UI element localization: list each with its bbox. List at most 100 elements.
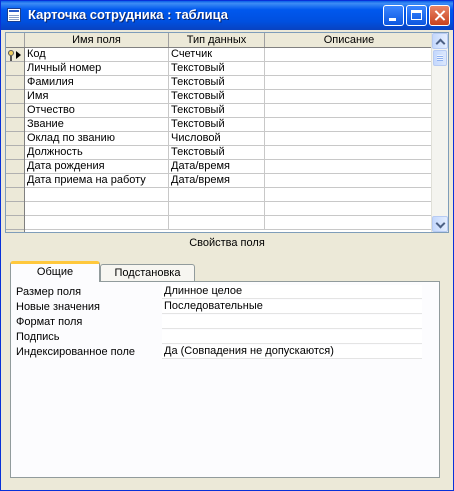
- tab-lookup[interactable]: Подстановка: [100, 264, 195, 282]
- header-data-type[interactable]: Тип данных: [169, 33, 265, 47]
- minimize-button[interactable]: [383, 5, 404, 26]
- table-row[interactable]: Фамилия Текстовый: [25, 76, 434, 90]
- row-selector[interactable]: [6, 76, 24, 90]
- title-bar[interactable]: Карточка сотрудника : таблица: [1, 1, 453, 30]
- table-row[interactable]: Имя Текстовый: [25, 90, 434, 104]
- table-row[interactable]: [25, 188, 434, 202]
- field-name-cell[interactable]: Код: [25, 48, 169, 61]
- property-value-field[interactable]: Длинное целое: [162, 285, 422, 299]
- field-name-cell[interactable]: Личный номер: [25, 62, 169, 75]
- header-field-name[interactable]: Имя поля: [25, 33, 169, 47]
- row-selector[interactable]: [6, 62, 24, 76]
- data-type-cell[interactable]: [169, 202, 265, 215]
- header-corner: [6, 33, 25, 47]
- row-selector[interactable]: [6, 132, 24, 146]
- table-row[interactable]: Дата приема на работу Дата/время: [25, 174, 434, 188]
- data-type-cell[interactable]: Числовой: [169, 132, 265, 145]
- row-selector[interactable]: [6, 90, 24, 104]
- header-description[interactable]: Описание: [265, 33, 434, 47]
- description-cell[interactable]: [265, 104, 434, 117]
- row-selector[interactable]: [6, 202, 24, 216]
- description-cell[interactable]: [265, 174, 434, 187]
- field-name-cell[interactable]: [25, 188, 169, 201]
- table-row[interactable]: Код Счетчик: [25, 48, 434, 62]
- data-type-cell[interactable]: Текстовый: [169, 118, 265, 131]
- data-type-cell[interactable]: Текстовый: [169, 76, 265, 89]
- table-row[interactable]: Личный номер Текстовый: [25, 62, 434, 76]
- properties-tabs: Общие Подстановка: [10, 260, 440, 282]
- field-name-cell[interactable]: Имя: [25, 90, 169, 103]
- table-row[interactable]: [25, 216, 434, 230]
- data-type-cell[interactable]: [169, 188, 265, 201]
- table-icon: [7, 8, 21, 22]
- field-name-cell[interactable]: Должность: [25, 146, 169, 159]
- row-selector[interactable]: [6, 146, 24, 160]
- description-cell[interactable]: [265, 90, 434, 103]
- row-selector[interactable]: [6, 160, 24, 174]
- data-type-cell[interactable]: Текстовый: [169, 90, 265, 103]
- description-cell[interactable]: [265, 202, 434, 215]
- field-name-cell[interactable]: Фамилия: [25, 76, 169, 89]
- data-type-cell[interactable]: Текстовый: [169, 104, 265, 117]
- description-cell[interactable]: [265, 146, 434, 159]
- description-cell[interactable]: [265, 48, 434, 61]
- close-button[interactable]: [429, 5, 450, 26]
- field-name-cell[interactable]: Отчество: [25, 104, 169, 117]
- data-type-cell[interactable]: [169, 216, 265, 229]
- maximize-button[interactable]: [406, 5, 427, 26]
- data-type-cell[interactable]: Дата/время: [169, 174, 265, 187]
- field-name-cell[interactable]: Оклад по званию: [25, 132, 169, 145]
- table-row[interactable]: Дата рождения Дата/время: [25, 160, 434, 174]
- row-selector[interactable]: [6, 216, 24, 230]
- row-selector[interactable]: [6, 174, 24, 188]
- description-cell[interactable]: [265, 76, 434, 89]
- row-selector-column: [6, 48, 25, 232]
- data-type-cell[interactable]: Дата/время: [169, 160, 265, 173]
- property-label: Формат поля: [16, 316, 83, 328]
- table-row[interactable]: Должность Текстовый: [25, 146, 434, 160]
- description-cell[interactable]: [265, 62, 434, 75]
- properties-panel: Размер поля Длинное целое Новые значения По…: [10, 281, 440, 478]
- grid-header: Имя поля Тип данных Описание: [6, 33, 434, 48]
- table-row[interactable]: [25, 202, 434, 216]
- description-cell[interactable]: [265, 118, 434, 131]
- scroll-thumb[interactable]: [433, 50, 447, 66]
- property-label: Индексированное поле: [16, 346, 135, 358]
- data-type-cell[interactable]: Счетчик: [169, 48, 265, 61]
- scroll-down-icon[interactable]: [432, 216, 448, 232]
- table-row[interactable]: Оклад по званию Числовой: [25, 132, 434, 146]
- primary-key-icon: [8, 50, 14, 61]
- description-cell[interactable]: [265, 160, 434, 173]
- property-label: Новые значения: [16, 301, 101, 313]
- row-selector[interactable]: [6, 48, 24, 62]
- description-cell[interactable]: [265, 132, 434, 145]
- description-cell[interactable]: [265, 188, 434, 201]
- scroll-up-icon[interactable]: [432, 33, 448, 49]
- table-row[interactable]: Отчество Текстовый: [25, 104, 434, 118]
- property-label: Подпись: [16, 331, 60, 343]
- table-row[interactable]: Звание Текстовый: [25, 118, 434, 132]
- field-name-cell[interactable]: Звание: [25, 118, 169, 131]
- property-label: Размер поля: [16, 286, 82, 298]
- row-selector[interactable]: [6, 188, 24, 202]
- row-selector[interactable]: [6, 104, 24, 118]
- data-type-cell[interactable]: Текстовый: [169, 146, 265, 159]
- vertical-scrollbar[interactable]: [431, 33, 448, 232]
- property-value-field[interactable]: [162, 315, 422, 329]
- field-properties-title: Свойства поля: [189, 237, 265, 249]
- field-name-cell[interactable]: Дата рождения: [25, 160, 169, 173]
- field-name-cell[interactable]: [25, 202, 169, 215]
- row-selector[interactable]: [6, 118, 24, 132]
- data-type-cell[interactable]: Текстовый: [169, 62, 265, 75]
- field-name-cell[interactable]: [25, 216, 169, 229]
- current-row-arrow-icon: [16, 51, 21, 59]
- table-design-window: Карточка сотрудника : таблица Имя поля Т…: [0, 0, 454, 491]
- grid-rows: Код Счетчик Личный номер Текстовый Фамилия Те…: [25, 48, 434, 230]
- property-value-field[interactable]: Последовательные: [162, 300, 422, 314]
- field-name-cell[interactable]: Дата приема на работу: [25, 174, 169, 187]
- property-value-field[interactable]: Да (Совпадения не допускаются): [162, 345, 422, 359]
- description-cell[interactable]: [265, 216, 434, 229]
- tab-general[interactable]: Общие: [10, 261, 100, 282]
- property-value-field[interactable]: [162, 330, 422, 344]
- window-title: Карточка сотрудника : таблица: [28, 7, 229, 22]
